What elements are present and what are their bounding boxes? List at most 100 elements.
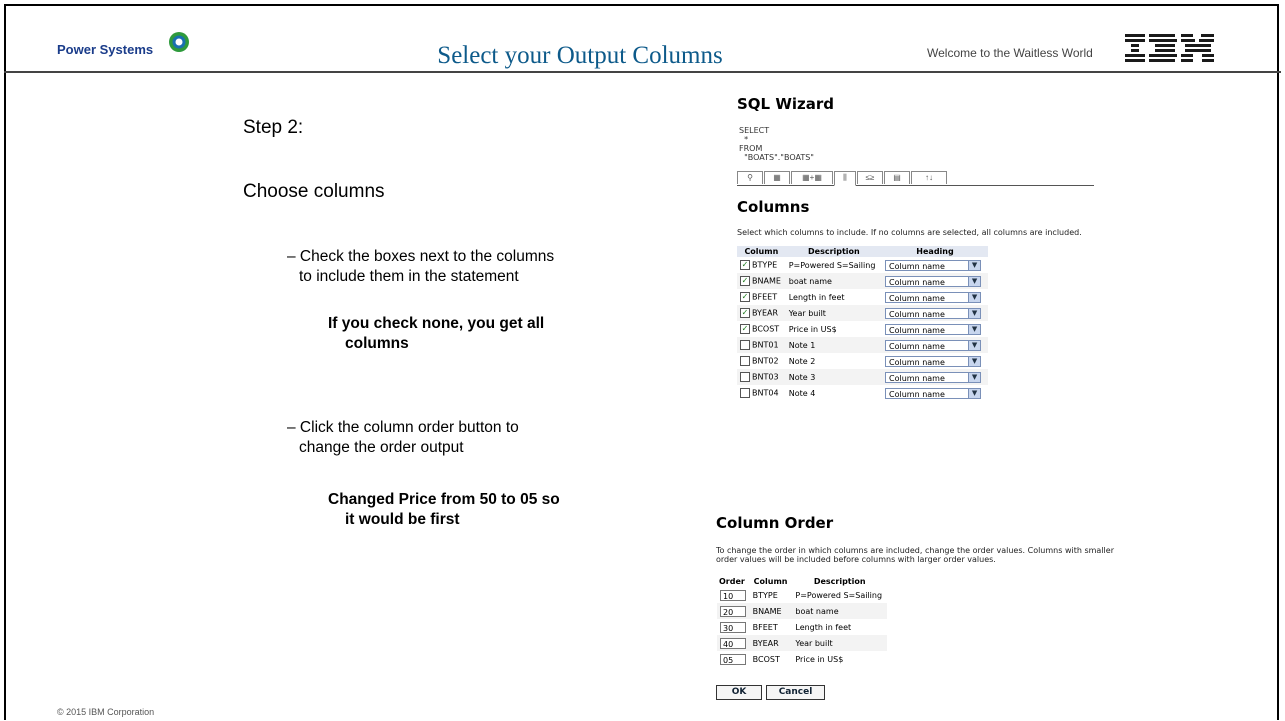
- include-checkbox[interactable]: ✓: [740, 324, 750, 334]
- heading-cell: Column name ▼: [882, 257, 988, 273]
- chevron-down-icon: ▼: [968, 260, 981, 270]
- column-name: BFEET: [752, 292, 778, 302]
- table-row: ✓ BNAME boat name Column name ▼: [737, 273, 988, 289]
- column-cell: ✓ BFEET: [737, 289, 786, 305]
- description-cell: P=Powered S=Sailing: [788, 260, 876, 270]
- include-checkbox[interactable]: [740, 340, 750, 350]
- heading-cell: Column name ▼: [882, 337, 988, 353]
- include-checkbox[interactable]: ✓: [740, 292, 750, 302]
- tab-join[interactable]: ▦: [764, 171, 790, 184]
- include-checkbox[interactable]: [740, 356, 750, 366]
- tab-tables[interactable]: ⚲: [737, 171, 763, 184]
- tab-columns[interactable]: ⫼: [834, 171, 856, 186]
- cancel-button[interactable]: Cancel: [766, 685, 825, 700]
- heading-select[interactable]: Column name ▼: [885, 355, 982, 367]
- column-cell: BNT02: [737, 353, 786, 369]
- column-cell: ✓ BYEAR: [737, 305, 786, 321]
- tab-join-tables[interactable]: ▦+▦: [791, 171, 833, 184]
- order-input[interactable]: 20: [720, 605, 746, 617]
- heading-select-value: Column name: [889, 309, 945, 319]
- chevron-down-icon: ▼: [968, 276, 981, 286]
- ok-button[interactable]: OK: [716, 685, 762, 700]
- column-order-table: Order Column Description 10 BTYPE P=Powere…: [717, 576, 887, 667]
- column-name: BNT02: [752, 356, 779, 366]
- include-checkbox[interactable]: [740, 388, 750, 398]
- column-cell: BNT04: [737, 385, 786, 401]
- include-checkbox[interactable]: [740, 372, 750, 382]
- table-row: 40 BYEAR Year built: [717, 635, 887, 651]
- tab-conditions[interactable]: ≤≥: [857, 171, 883, 184]
- chevron-down-icon: ▼: [968, 292, 981, 302]
- order-input[interactable]: 05: [720, 653, 746, 665]
- table-row: 20 BNAME boat name: [717, 603, 887, 619]
- table-row: BNT04 Note 4 Column name ▼: [737, 385, 988, 401]
- ibm-logo: [1125, 34, 1214, 62]
- wizard-tab-bar: ⚲ ▦ ▦+▦ ⫼ ≤≥ ▤ ↑↓: [737, 171, 1094, 186]
- heading-select[interactable]: Column name ▼: [885, 259, 982, 271]
- heading-select[interactable]: Column name ▼: [885, 371, 982, 383]
- heading-cell: Column name ▼: [882, 353, 988, 369]
- columns-description: Select which columns to include. If no c…: [737, 228, 1082, 237]
- order-header-order: Order: [719, 577, 745, 586]
- heading-select[interactable]: Column name ▼: [885, 275, 982, 287]
- note-line: columns: [345, 335, 409, 352]
- order-input[interactable]: 10: [720, 589, 746, 601]
- heading-select[interactable]: Column name ▼: [885, 307, 982, 319]
- order-header-column: Column: [753, 577, 788, 586]
- heading-cell: Column name ▼: [882, 273, 988, 289]
- sql-statement: SELECT * FROM "BOATS"."BOATS": [739, 126, 814, 162]
- table-row: ✓ BYEAR Year built Column name ▼: [737, 305, 988, 321]
- description-cell: Note 2: [788, 356, 816, 366]
- description-cell: Length in feet: [788, 292, 845, 302]
- include-checkbox[interactable]: ✓: [740, 308, 750, 318]
- heading-select[interactable]: Column name ▼: [885, 291, 982, 303]
- column-name: BTYPE: [752, 260, 778, 270]
- include-checkbox[interactable]: ✓: [740, 260, 750, 270]
- order-column-cell: BCOST: [752, 654, 780, 664]
- table-row: ✓ BTYPE P=Powered S=Sailing Column name ▼: [737, 257, 988, 273]
- bullet-line: – Check the boxes next to the columns: [287, 248, 555, 265]
- note-check-none: If you check none, you get all columns: [328, 314, 544, 354]
- column-cell: BNT03: [737, 369, 786, 385]
- column-cell: ✓ BTYPE: [737, 257, 786, 273]
- heading-cell: Column name ▼: [882, 321, 988, 337]
- note-changed-price: Changed Price from 50 to 05 so it would …: [328, 490, 560, 530]
- tagline: Welcome to the Waitless World: [927, 46, 1093, 60]
- column-name: BNT04: [752, 388, 779, 398]
- heading-select-value: Column name: [889, 341, 945, 351]
- slide-frame: [4, 4, 1279, 720]
- description-cell: boat name: [785, 273, 883, 289]
- heading-select[interactable]: Column name ▼: [885, 387, 982, 399]
- heading-select-value: Column name: [889, 261, 945, 271]
- order-column-cell: BFEET: [752, 622, 778, 632]
- heading-select[interactable]: Column name ▼: [885, 323, 982, 335]
- tab-summary[interactable]: ▤: [884, 171, 910, 184]
- description-cell: Note 3: [785, 369, 883, 385]
- order-input[interactable]: 30: [720, 621, 746, 633]
- table-row: 30 BFEET Length in feet: [717, 619, 887, 635]
- sql-wizard-title: SQL Wizard: [737, 95, 835, 113]
- col-header-description: Description: [785, 246, 883, 257]
- bullet-line: – Click the column order button to: [287, 419, 519, 436]
- order-cell: 05: [717, 651, 750, 667]
- chevron-down-icon: ▼: [968, 324, 981, 334]
- heading-select-value: Column name: [889, 293, 945, 303]
- column-cell: ✓ BNAME: [737, 273, 786, 289]
- columns-table: Column Description Heading ✓ BTYPE P=Power…: [737, 246, 988, 401]
- order-cell: 10: [717, 587, 750, 603]
- include-checkbox[interactable]: ✓: [740, 276, 750, 286]
- chevron-down-icon: ▼: [968, 372, 981, 382]
- order-description-cell: P=Powered S=Sailing: [795, 590, 883, 600]
- table-row: BNT03 Note 3 Column name ▼: [737, 369, 988, 385]
- order-column-cell: BYEAR: [749, 635, 793, 651]
- heading-cell: Column name ▼: [882, 385, 988, 401]
- tab-sort[interactable]: ↑↓: [911, 171, 947, 184]
- table-row: 10 BTYPE P=Powered S=Sailing: [717, 587, 887, 603]
- step-label: Step 2:: [243, 117, 304, 138]
- heading-select[interactable]: Column name ▼: [885, 339, 982, 351]
- bullet-line: to include them in the statement: [299, 268, 519, 285]
- order-description-cell: Length in feet: [795, 622, 852, 632]
- order-input[interactable]: 40: [720, 637, 746, 649]
- column-order-description: To change the order in which columns are…: [716, 546, 1114, 564]
- heading-select-value: Column name: [889, 373, 945, 383]
